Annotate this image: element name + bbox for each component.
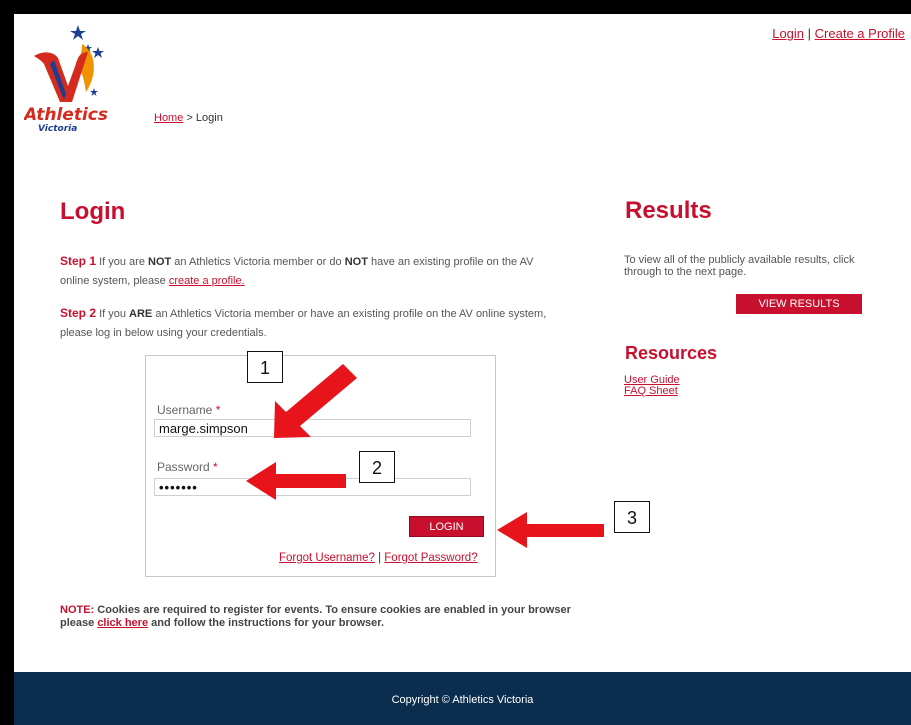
- logo-graphic: Athletics Victoria: [22, 25, 108, 134]
- note-text-b: and follow the instructions for your bro…: [151, 616, 384, 629]
- forgot-links: Forgot Username? | Forgot Password?: [279, 552, 478, 564]
- step-2-part-a: If you: [99, 308, 126, 320]
- top-links-separator: |: [807, 26, 812, 41]
- login-button[interactable]: LOGIN: [409, 516, 484, 537]
- results-description: To view all of the publicly available re…: [624, 254, 855, 278]
- username-label: Username *: [157, 403, 220, 417]
- top-links: Login | Create a Profile: [772, 26, 905, 41]
- step-1-part-a: If you are: [99, 256, 145, 268]
- athletics-victoria-logo[interactable]: Athletics Victoria: [22, 22, 119, 134]
- breadcrumb-current: Login: [195, 112, 223, 124]
- annotation-callout-1: 1: [247, 351, 283, 383]
- login-heading: Login: [60, 198, 126, 225]
- resources-heading: Resources: [625, 343, 718, 363]
- copyright-text: Copyright © Athletics Victoria: [391, 694, 534, 706]
- breadcrumb-separator: >: [186, 112, 193, 124]
- cookies-note: NOTE: Cookies are required to register f…: [60, 604, 580, 629]
- step-1-text: Step 1 If you are NOT an Athletics Victo…: [60, 252, 560, 291]
- step-1-part-b: an Athletics Victoria member or do: [174, 256, 342, 268]
- username-input[interactable]: marge.simpson: [154, 419, 471, 437]
- page: Login | Create a Profile Athletics Victo…: [14, 14, 911, 725]
- faq-sheet-link[interactable]: FAQ Sheet: [624, 385, 678, 397]
- annotation-callout-3: 3: [614, 501, 650, 533]
- logo-wordmark: Athletics: [24, 105, 108, 125]
- cookies-click-here-link[interactable]: click here: [97, 617, 148, 629]
- step-1-label: Step 1: [60, 254, 97, 268]
- forgot-username-link[interactable]: Forgot Username?: [279, 552, 375, 564]
- create-profile-link[interactable]: Create a Profile: [815, 26, 905, 41]
- forgot-links-separator: |: [378, 552, 382, 564]
- create-profile-inline-link[interactable]: create a profile.: [169, 275, 245, 287]
- step-1-emphasis-a: NOT: [148, 256, 172, 268]
- annotation-arrow-3: [497, 512, 604, 548]
- step-1-emphasis-b: NOT: [344, 256, 368, 268]
- username-required-marker: *: [215, 403, 221, 417]
- forgot-password-link[interactable]: Forgot Password?: [384, 552, 477, 564]
- step-2-label: Step 2: [60, 306, 97, 320]
- logo-subtitle: Victoria: [38, 124, 77, 132]
- annotation-callout-2: 2: [359, 451, 395, 483]
- username-label-text: Username: [157, 403, 213, 417]
- login-link[interactable]: Login: [772, 26, 804, 41]
- step-2-emphasis: ARE: [129, 308, 153, 320]
- view-results-button[interactable]: VIEW RESULTS: [736, 294, 862, 314]
- results-heading: Results: [625, 197, 712, 224]
- password-required-marker: *: [213, 460, 218, 474]
- password-input[interactable]: •••••••: [154, 478, 471, 496]
- step-2-text: Step 2 If you ARE an Athletics Victoria …: [60, 304, 560, 343]
- password-label: Password *: [157, 460, 218, 474]
- resources-links: User Guide FAQ Sheet: [624, 375, 680, 397]
- breadcrumb-home-link[interactable]: Home: [154, 112, 183, 124]
- password-label-text: Password: [157, 460, 210, 474]
- breadcrumb: Home > Login: [154, 112, 223, 124]
- note-label: NOTE:: [60, 604, 95, 616]
